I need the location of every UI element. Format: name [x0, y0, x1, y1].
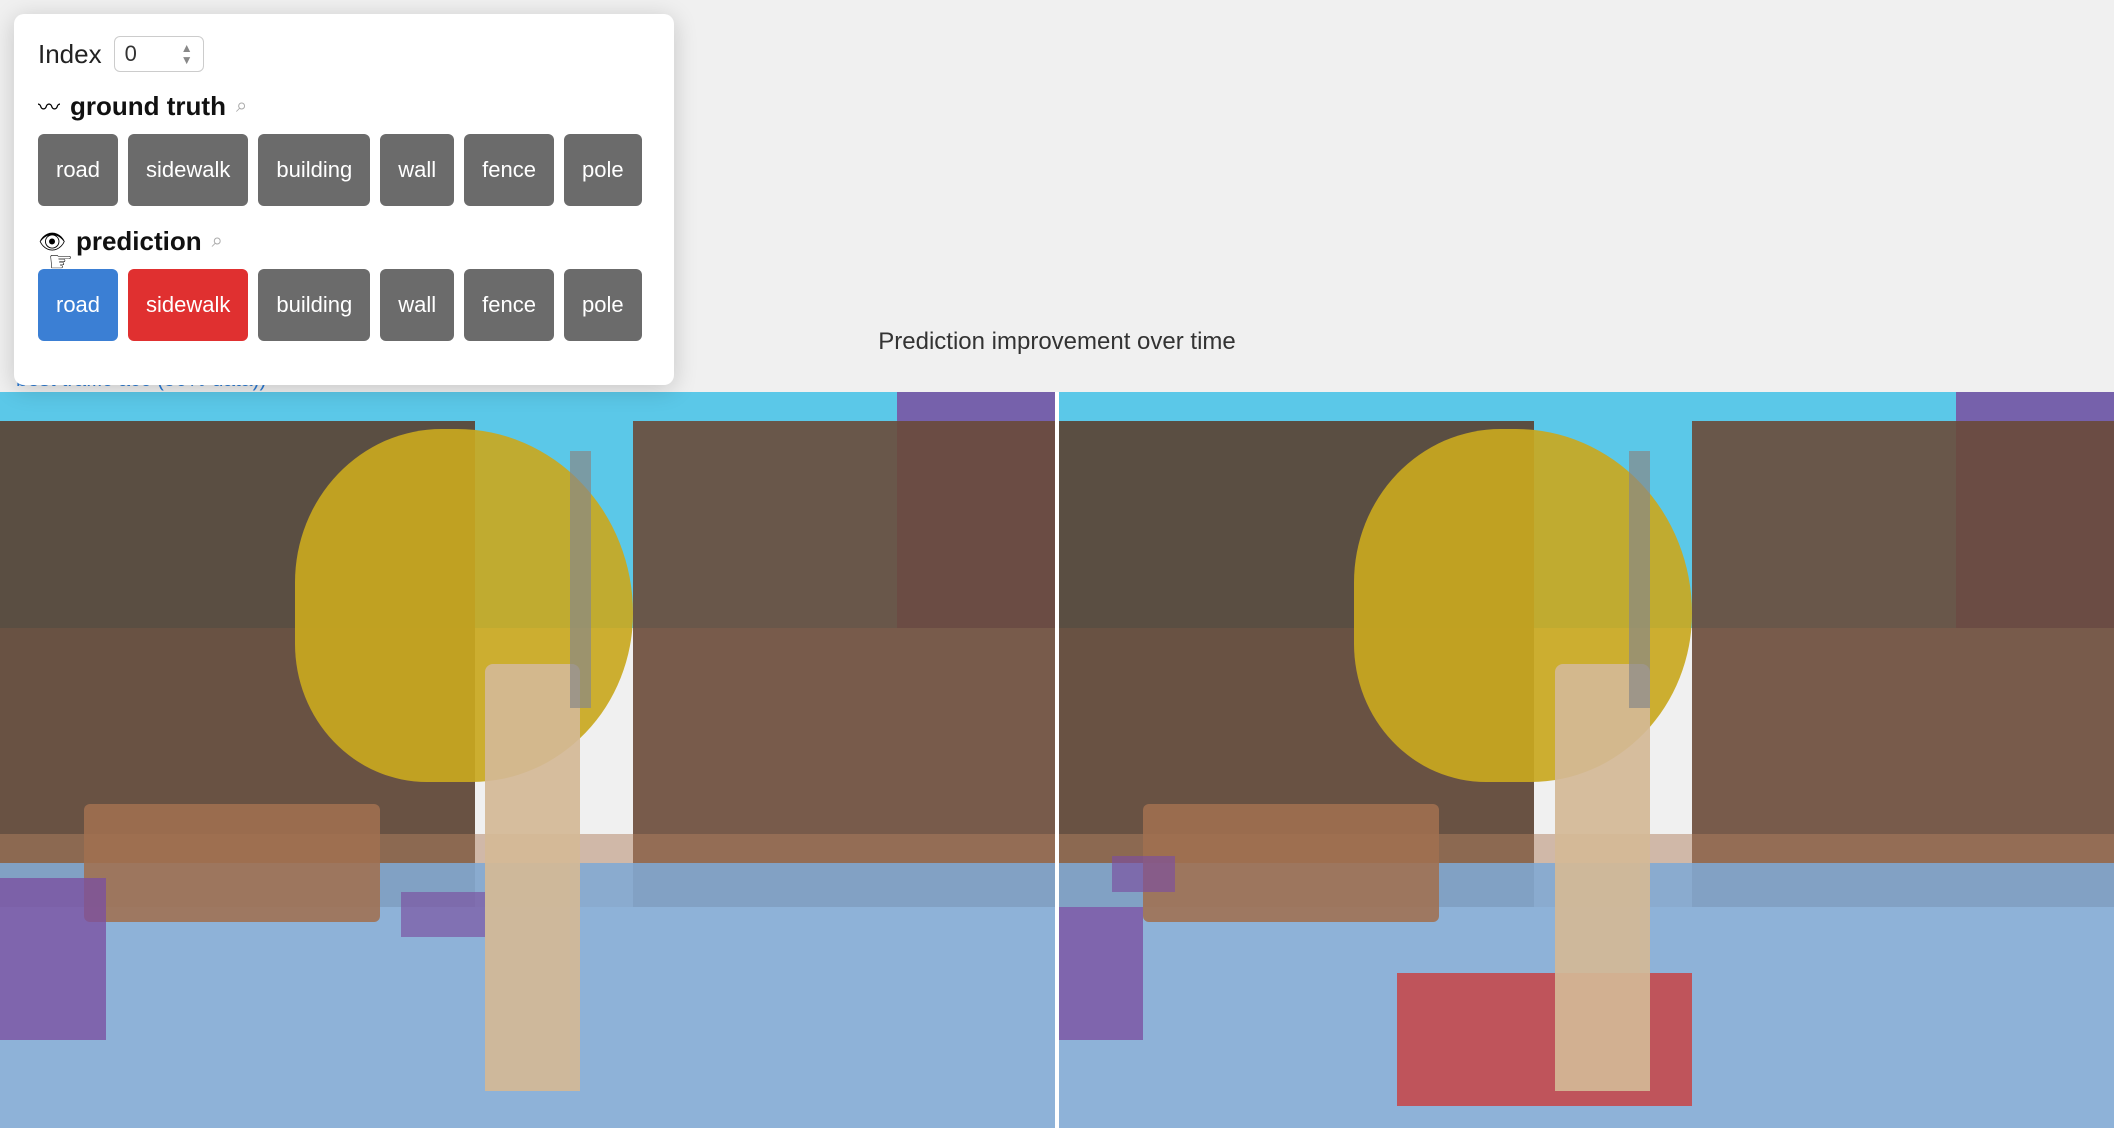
ground-truth-title: ground truth — [70, 91, 226, 122]
left-street-scene — [0, 392, 1055, 1128]
prediction-title: prediction — [76, 226, 202, 257]
person-left — [485, 664, 580, 1091]
person-right — [1555, 664, 1650, 1091]
right-street-scene — [1059, 392, 2114, 1128]
prediction-tags: road sidewalk building wall fence pole t… — [38, 269, 650, 341]
pred-tag-building[interactable]: building — [258, 269, 370, 341]
index-label: Index — [38, 39, 102, 70]
prediction-header: 👁 prediction ⌕ — [38, 226, 650, 257]
gt-tag-building[interactable]: building — [258, 134, 370, 206]
car-right — [1143, 804, 1438, 922]
right-image-pane — [1059, 392, 2114, 1128]
left-image-pane — [0, 392, 1055, 1128]
improvement-title: Prediction improvement over time — [878, 328, 1235, 356]
gt-tag-road[interactable]: road — [38, 134, 118, 206]
prediction-search-button[interactable]: ⌕ — [212, 230, 223, 253]
purple-left — [0, 878, 106, 1040]
traffic-pole-left — [570, 451, 591, 709]
car-left — [84, 804, 379, 922]
ground-truth-icon: 〰 — [38, 90, 60, 122]
index-down-button[interactable]: ▼ — [181, 54, 193, 66]
index-arrows: ▲ ▼ — [181, 42, 193, 66]
pred-tag-fence[interactable]: fence — [464, 269, 554, 341]
gt-tag-wall[interactable]: wall — [380, 134, 454, 206]
ground-truth-search-button[interactable]: ⌕ — [236, 95, 247, 118]
purple-small-right — [1112, 856, 1175, 893]
index-value: 0 — [125, 41, 137, 67]
index-input-wrapper: 0 ▲ ▼ — [114, 36, 204, 72]
ground-truth-header: 〰 ground truth ⌕ — [38, 90, 650, 122]
pred-tag-wall[interactable]: wall — [380, 269, 454, 341]
pred-tag-sidewalk[interactable]: sidewalk — [128, 269, 248, 341]
images-row — [0, 392, 2114, 1128]
pred-tag-pole[interactable]: pole — [564, 269, 642, 341]
gt-tag-sidewalk[interactable]: sidewalk — [128, 134, 248, 206]
prediction-icon: 👁 — [38, 229, 66, 255]
pred-tag-road[interactable]: road — [38, 269, 118, 341]
purple-left-right — [1059, 907, 1143, 1039]
purple-center-left — [401, 892, 485, 936]
gt-tag-fence[interactable]: fence — [464, 134, 554, 206]
ground-truth-tags: road sidewalk building wall fence pole t… — [38, 134, 650, 206]
gt-tag-pole[interactable]: pole — [564, 134, 642, 206]
index-row: Index 0 ▲ ▼ — [38, 36, 650, 72]
traffic-pole-right — [1629, 451, 1650, 709]
settings-panel: Index 0 ▲ ▼ 〰 ground truth ⌕ road sidewa… — [14, 14, 674, 385]
